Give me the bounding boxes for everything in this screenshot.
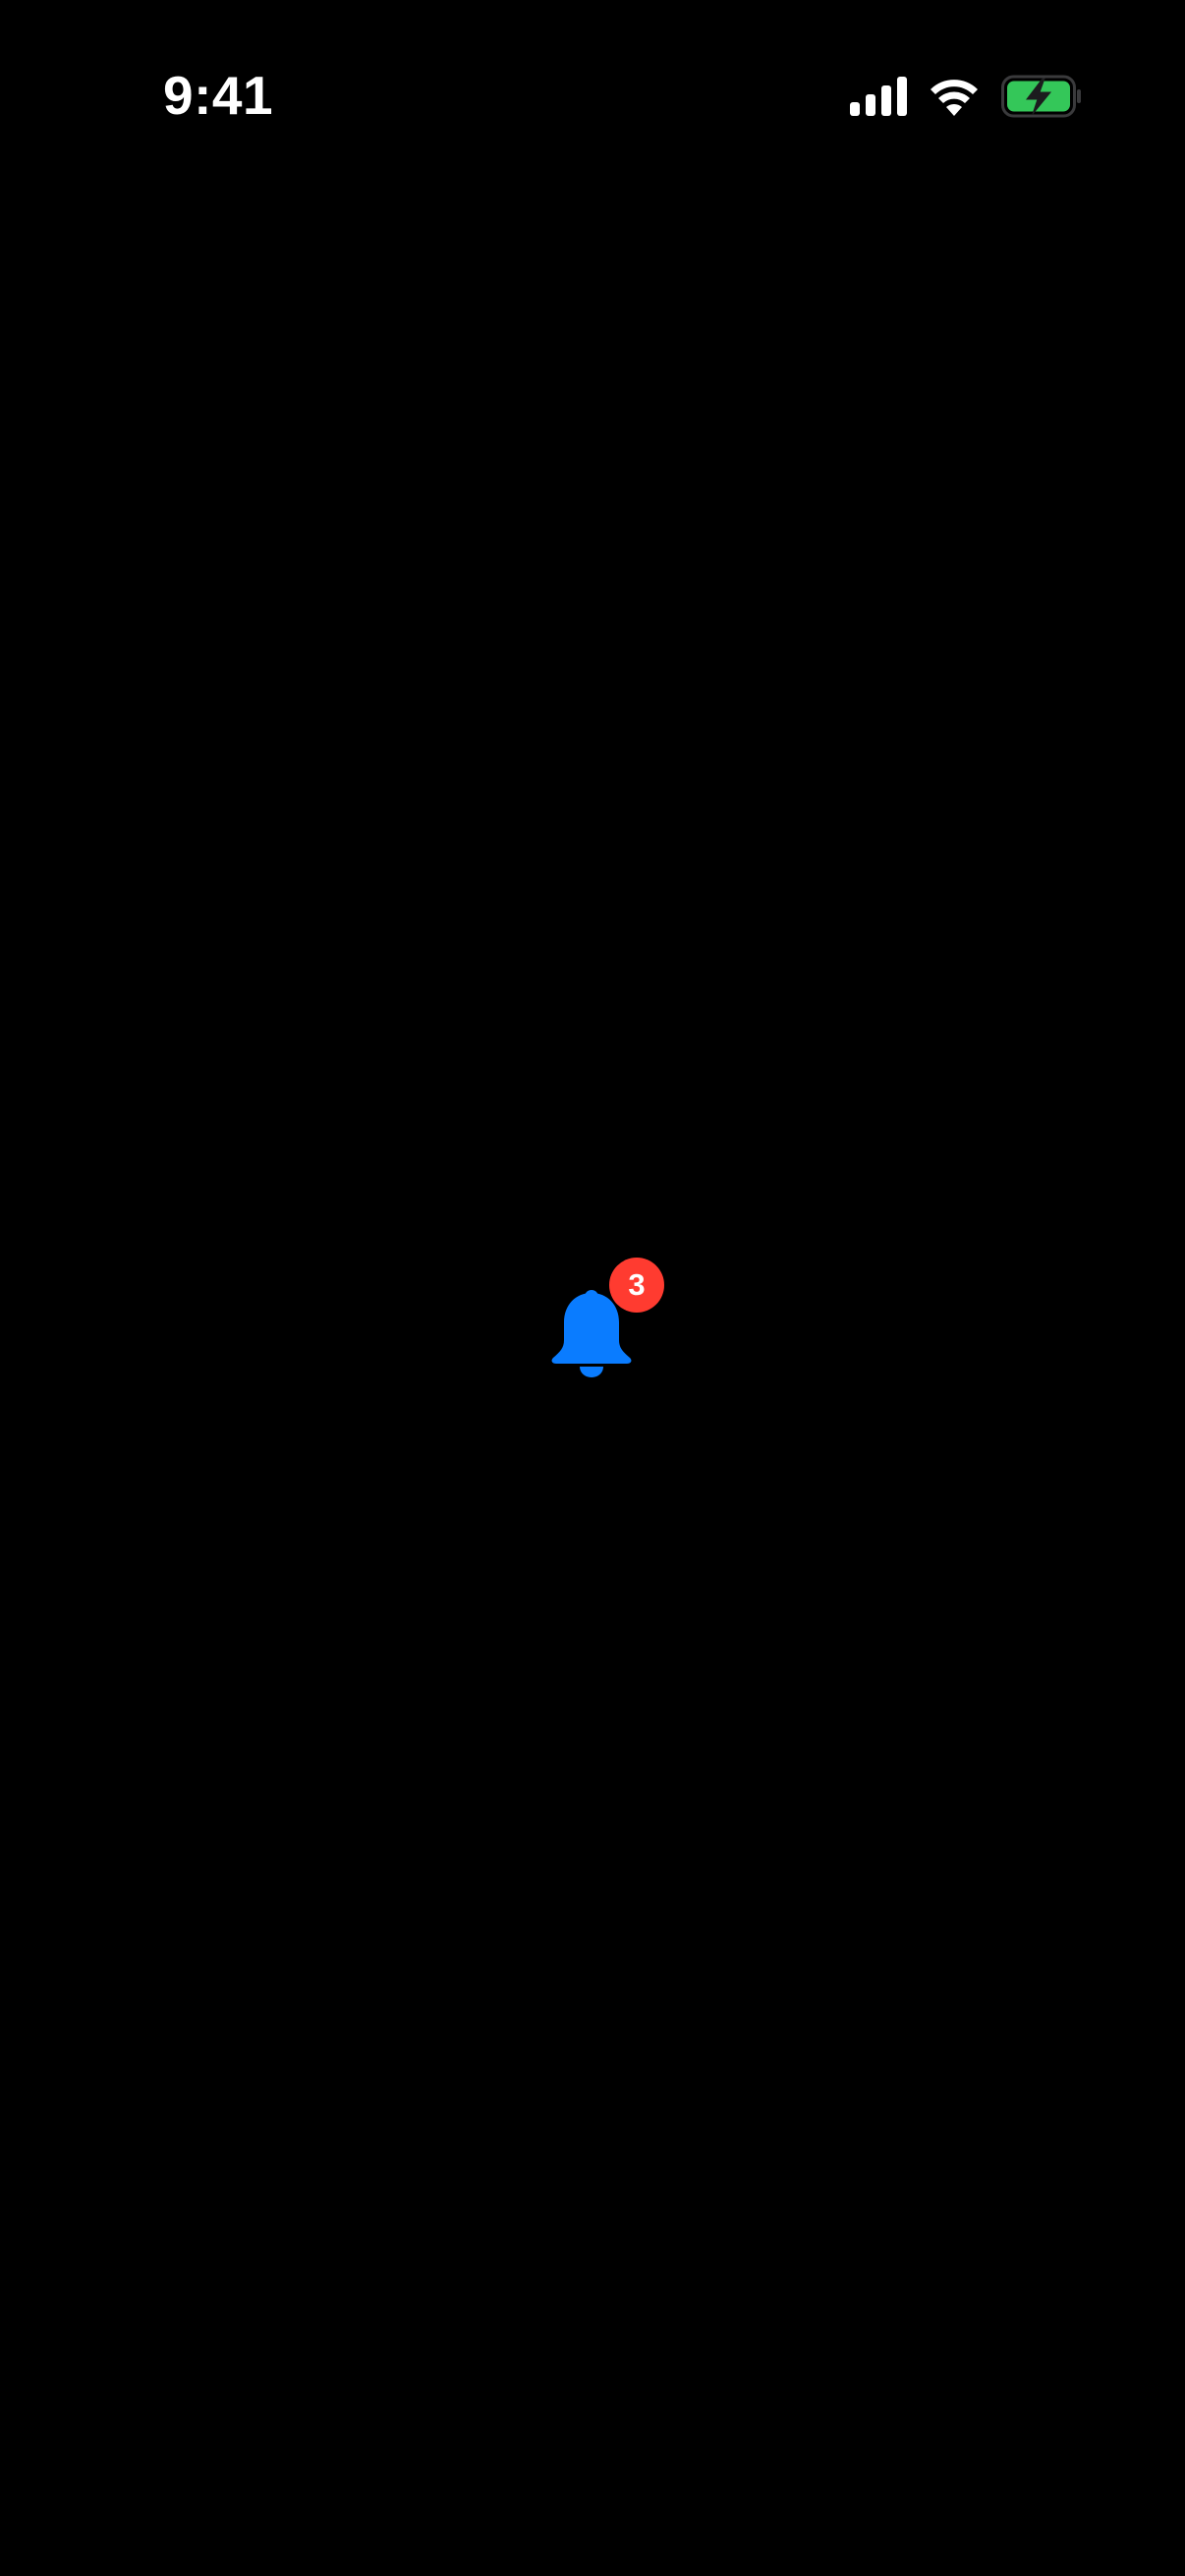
battery-charging-icon [1001, 75, 1081, 118]
status-icons [850, 73, 1082, 120]
screen: 9:41 3 [0, 0, 1185, 2576]
notification-badge: 3 [609, 1258, 664, 1313]
cellular-signal-icon [850, 77, 907, 116]
status-bar: 9:41 [0, 0, 1185, 191]
status-time: 9:41 [163, 65, 274, 126]
notifications-bell-button[interactable]: 3 [548, 1258, 672, 1381]
wifi-icon [931, 80, 978, 116]
